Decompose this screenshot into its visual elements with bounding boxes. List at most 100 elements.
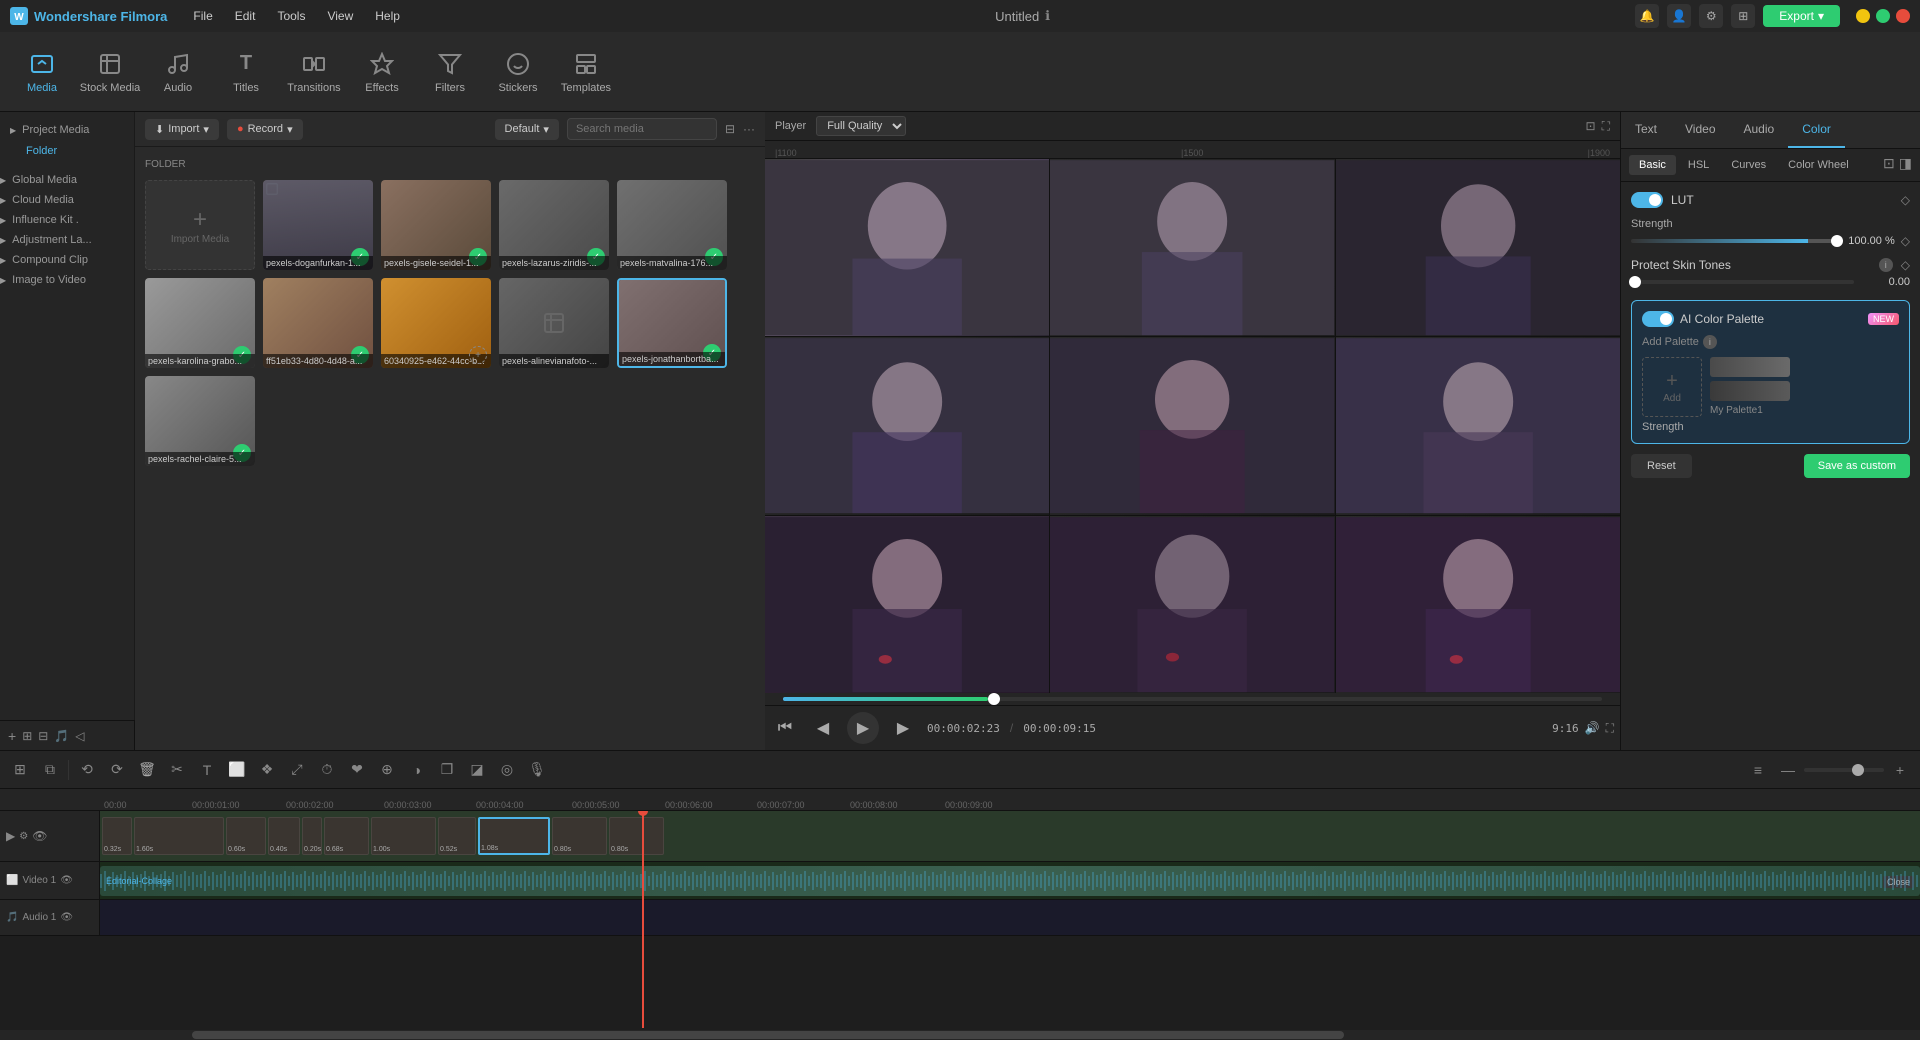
toolbar-media[interactable]: Media [10,37,74,107]
influence-kit-header[interactable]: ▶ Influence Kit . [0,210,134,230]
step-back-button[interactable]: ◀ [809,714,837,742]
undo-button[interactable]: ⟲ [75,758,99,782]
toolbar-filters[interactable]: Filters [418,37,482,107]
toolbar-stock-media[interactable]: Stock Media [78,37,142,107]
eye-icon[interactable]: 👁 [60,875,73,886]
play-button[interactable]: ▶ [847,712,879,744]
add-track-button[interactable]: ⊞ [8,758,32,782]
clip-item[interactable]: 0.52s [438,817,476,855]
image-to-video-header[interactable]: ▶ Image to Video [0,270,134,290]
clip-item[interactable]: 0.80s [609,817,664,855]
media-item[interactable]: ✓ pexels-lazarus-ziridis-... [499,180,609,270]
video-track-eye-icon[interactable]: 👁 [32,829,47,843]
toolbar-transitions[interactable]: Transitions [282,37,346,107]
folder-item[interactable]: Folder [10,140,124,162]
redo-button[interactable]: ⟳ [105,758,129,782]
menu-help[interactable]: Help [365,7,410,25]
cut-button[interactable]: ✂ [165,758,189,782]
quality-select[interactable]: Full Quality [816,116,906,136]
media-item[interactable]: ✓ pexels-gisele-seidel-1... [381,180,491,270]
zoom-in-button[interactable]: + [1888,758,1912,782]
collapse-icon[interactable]: ◁ [75,729,84,743]
grid-icon[interactable]: ⊞ [1731,4,1755,28]
cloud-media-header[interactable]: ▶ Cloud Media [0,190,134,210]
compound-strip[interactable]: Editorial-Collage Close [100,866,1920,896]
tab-text[interactable]: Text [1621,112,1671,148]
export-button[interactable]: Export ▾ [1763,5,1840,27]
add-palette-info-icon[interactable]: i [1703,335,1717,349]
tab-audio[interactable]: Audio [1730,112,1789,148]
subtab-basic[interactable]: Basic [1629,155,1676,175]
menu-view[interactable]: View [317,7,363,25]
clip-item[interactable]: 0.20s [302,817,322,855]
more-icon[interactable]: ··· [743,122,755,136]
zoom-out-button[interactable]: — [1776,758,1800,782]
toolbar-effects[interactable]: Effects [350,37,414,107]
save-custom-button[interactable]: Save as custom [1804,454,1910,478]
clip-item[interactable]: 0.60s [226,817,266,855]
media-item[interactable]: pexels-alinevianafoto-... [499,278,609,368]
import-media-item[interactable]: + Import Media [145,180,255,270]
crop-button[interactable]: ⬜ [225,758,249,782]
h-scroll-thumb[interactable] [192,1031,1344,1039]
add-palette-cell[interactable]: + Add [1642,357,1702,417]
protect-skin-info-icon[interactable]: i [1879,258,1893,272]
search-input[interactable] [567,118,717,140]
compare-view-icon[interactable]: ◨ [1899,155,1912,175]
track-settings-icon[interactable]: ⊞ [22,729,32,743]
subtab-color-wheel[interactable]: Color Wheel [1778,155,1859,175]
media-item[interactable]: ✓ pexels-karolina-grabo... [145,278,255,368]
settings-icon[interactable]: ⚙ [1699,4,1723,28]
add-track-icon[interactable]: + [8,728,16,744]
playhead[interactable] [642,811,644,1028]
track-options-button[interactable]: ≡ [1746,758,1770,782]
account-icon[interactable]: 👤 [1667,4,1691,28]
media-item[interactable]: ✓ pexels-jonathanbortba... [617,278,727,368]
record-button[interactable]: ● Record ▾ [227,119,303,140]
toolbar-titles[interactable]: T Titles [214,37,278,107]
audio-eye-icon[interactable]: 👁 [60,912,73,923]
split-view-icon[interactable]: ⊡ [1883,155,1895,175]
filter-icon[interactable]: ⊟ [725,122,735,136]
media-item[interactable]: 60340925-e462-44cc-b... + [381,278,491,368]
subtab-curves[interactable]: Curves [1721,155,1776,175]
reset-button[interactable]: Reset [1631,454,1692,478]
clip-item-selected[interactable]: 1.08s [478,817,550,855]
fullscreen-preview-icon[interactable]: ⛶ [1606,721,1614,736]
toolbar-templates[interactable]: Templates [554,37,618,107]
clip-item[interactable]: 1.00s [371,817,436,855]
media-item[interactable]: ✓ ff51eb33-4d80-4d48-a... [263,278,373,368]
ai-palette-toggle[interactable] [1642,311,1674,327]
skip-back-button[interactable]: ⏮ [771,714,799,742]
delete-button[interactable]: 🗑 [135,758,159,782]
default-view-button[interactable]: Default ▾ [495,119,559,140]
clip-item[interactable]: 0.40s [268,817,300,855]
add-to-timeline-icon[interactable]: + [469,346,487,364]
lut-diamond-icon[interactable]: ◇ [1901,193,1910,207]
strength-diamond-icon[interactable]: ◇ [1901,234,1910,248]
maximize-button[interactable] [1876,9,1890,23]
clip-item[interactable]: 0.68s [324,817,369,855]
split-preview-icon[interactable]: ⊡ [1586,119,1596,134]
track-layout-icon[interactable]: ⊟ [38,729,48,743]
mask-button[interactable]: ◎ [495,758,519,782]
zoom-button[interactable]: ⤢ [285,758,309,782]
tab-video[interactable]: Video [1671,112,1729,148]
media-item[interactable]: ✓ pexels-rachel-claire-5... [145,376,255,466]
notification-icon[interactable]: 🔔 [1635,4,1659,28]
strength-slider[interactable] [1631,239,1839,243]
adjustment-layer-header[interactable]: ▶ Adjustment La... [0,230,134,250]
fullscreen-icon[interactable]: ⛶ [1602,119,1610,134]
media-item[interactable]: ✓ pexels-matvalina-176... [617,180,727,270]
clip-item[interactable]: 0.80s [552,817,607,855]
tab-color[interactable]: Color [1788,112,1845,148]
speed-button[interactable]: ⏱ [315,758,339,782]
record-audio-button[interactable]: 🎙 [525,758,549,782]
h-scrollbar[interactable] [0,1030,1920,1040]
global-media-header[interactable]: ▶ Global Media [0,170,134,190]
compound-clip-header[interactable]: ▶ Compound Clip [0,250,134,270]
stabilize-button[interactable]: ◑ [405,758,429,782]
clip-item[interactable]: 0.32s [102,817,132,855]
copy-button[interactable]: ❐ [435,758,459,782]
track-audio-icon[interactable]: 🎵 [54,729,69,743]
